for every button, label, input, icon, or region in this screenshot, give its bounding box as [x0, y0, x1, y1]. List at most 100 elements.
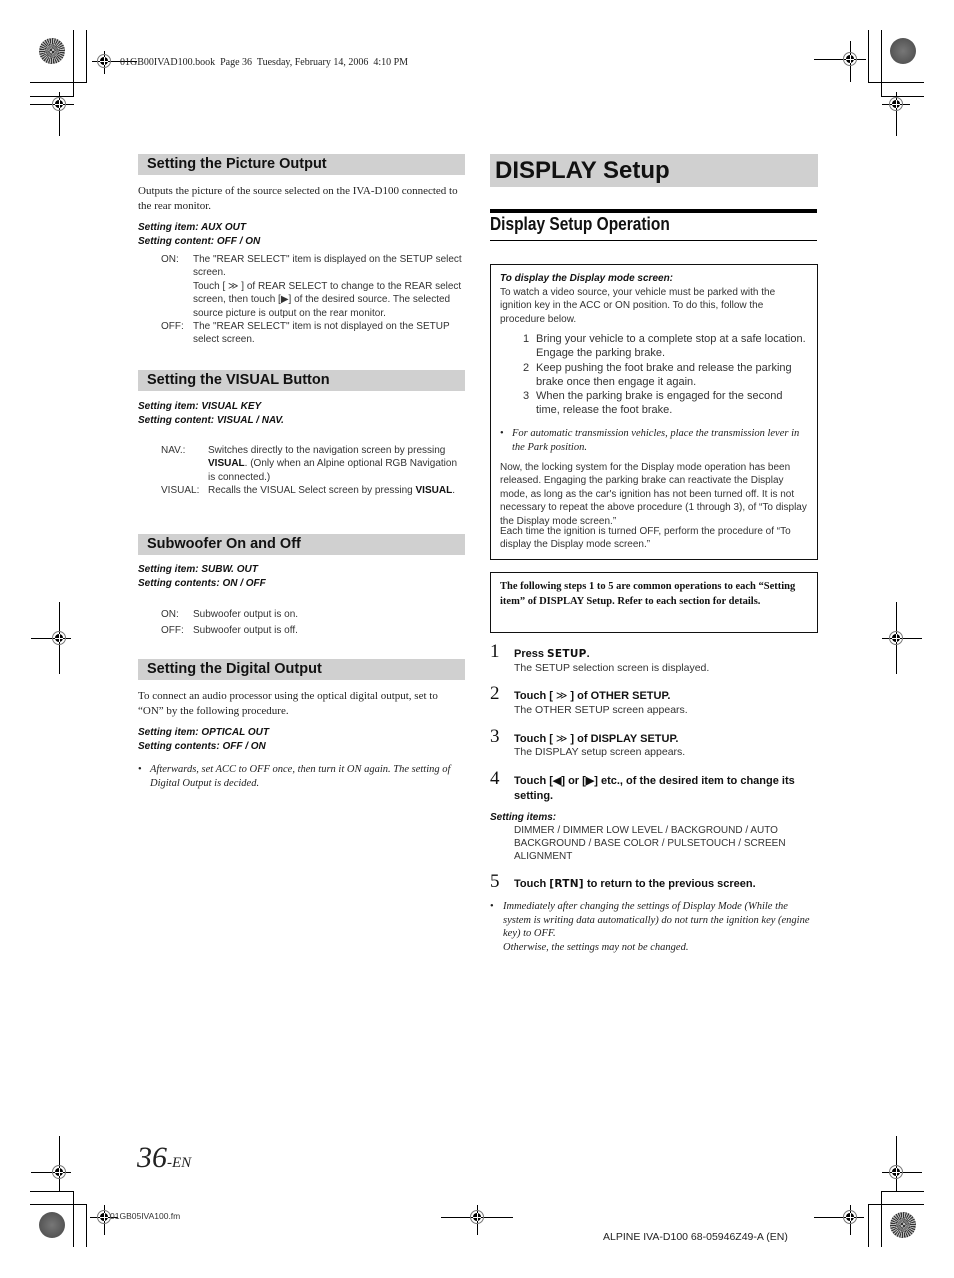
info-box-para-2: Each time the ignition is turned OFF, pe… [500, 526, 791, 551]
subwoofer-setting-item: Setting item: SUBW. OUT [138, 564, 258, 575]
subtitle-rule-thin [490, 240, 817, 241]
visual-setting-content: Setting content: VISUAL / NAV. [138, 415, 284, 426]
step-text: Touch [514, 878, 550, 890]
subwoofer-options: ON: Subwoofer output is on. OFF: Subwoof… [161, 607, 465, 639]
common-operations-box: The following steps 1 to 5 are common op… [490, 572, 818, 633]
step-description: The SETUP selection screen is displayed. [514, 662, 710, 674]
crop-mark [881, 1191, 882, 1247]
print-header: 01GB00IVAD100.book Page 36 Tuesday, Febr… [120, 57, 409, 68]
subtitle-rule-thick [490, 209, 817, 213]
picture-output-setting-content: Setting content: OFF / ON [138, 236, 261, 247]
visual-options: NAV.: Switches directly to the navigatio… [161, 444, 465, 498]
bullet: • [500, 428, 504, 439]
picture-output-options: ON: The "REAR SELECT" item is displayed … [161, 253, 465, 347]
option-term: OFF: [161, 625, 184, 636]
step-text: Touch [ [514, 733, 553, 745]
step-text: Touch [ [514, 690, 553, 702]
source-file-name: 01GB05IVA100.fm [110, 1211, 181, 1221]
model-code: ALPINE IVA-D100 68-05946Z49-A (EN) [603, 1231, 788, 1243]
step-text: Press [514, 648, 548, 660]
option-line: Touch [ ≫ ] of REAR SELECT to change to … [193, 280, 462, 319]
crop-mark [73, 1191, 74, 1247]
option-desc: Subwoofer output is on. [193, 609, 299, 620]
step-title: Press SETUP. [514, 647, 590, 661]
crop-mark [30, 96, 74, 97]
setup-key-label: SETUP [547, 648, 587, 660]
picture-output-setting-item: Setting item: AUX OUT [138, 222, 246, 233]
option-desc: The "REAR SELECT" item is not displayed … [193, 321, 450, 346]
crop-mark [86, 1204, 87, 1247]
info-step: 2 Keep pushing the foot brake and release… [523, 361, 808, 390]
info-step-text: Bring your vehicle to a complete stop at… [536, 333, 806, 360]
option-row: NAV.: Switches directly to the navigatio… [161, 444, 465, 484]
step-number: 2 [490, 683, 500, 704]
crop-mark [881, 1191, 924, 1192]
info-box-note: • For automatic transmission vehicles, p… [500, 427, 810, 454]
option-term: VISUAL: [161, 485, 200, 497]
page-number-value: 36 [137, 1141, 167, 1174]
step-title: Touch [RTN] to return to the previous sc… [514, 877, 756, 891]
page-number: 36-EN [137, 1141, 191, 1175]
double-chevron-icon: ≫ [555, 733, 568, 745]
option-text: . (Only when an Alpine optional RGB Navi… [208, 458, 458, 483]
final-note: • Immediately after changing the setting… [490, 900, 818, 954]
info-step: 3 When the parking brake is engaged for t… [523, 389, 808, 418]
section-title: Display Setup Operation [490, 214, 670, 234]
crop-mark [881, 30, 882, 96]
digital-output-note: • Afterwards, set ACC to OFF once, then … [138, 763, 465, 790]
digital-output-intro: To connect an audio processor using the … [138, 690, 438, 717]
crop-mark [30, 82, 87, 83]
crop-mark [86, 30, 87, 82]
info-step: 1 Bring your vehicle to a complete stop a… [523, 332, 808, 361]
crop-mark [868, 1204, 924, 1205]
option-term: ON: [161, 609, 179, 620]
info-step-number: 3 [523, 390, 530, 403]
section-heading-picture-output: Setting the Picture Output [138, 154, 465, 175]
info-box-heading: To display the Display mode screen: [500, 273, 674, 284]
step-description: The OTHER SETUP screen appears. [514, 704, 688, 716]
color-bar-icon [39, 38, 65, 64]
step-description: The DISPLAY setup screen appears. [514, 746, 686, 758]
step-number: 3 [490, 726, 500, 747]
option-row: OFF: Subwoofer output is off. [161, 623, 465, 639]
setting-items-list: DIMMER / DIMMER LOW LEVEL / BACKGROUND /… [514, 825, 786, 862]
step-number: 1 [490, 641, 500, 662]
option-text: . [452, 485, 455, 497]
note-text: For automatic transmission vehicles, pla… [512, 428, 800, 453]
bullet: • [138, 764, 142, 775]
option-term: ON: [161, 254, 179, 265]
display-mode-info-box: To display the Display mode screen: To w… [490, 264, 818, 560]
info-step-number: 2 [523, 361, 530, 374]
info-box-steps: 1 Bring your vehicle to a complete stop a… [523, 332, 808, 418]
key-label: VISUAL [415, 485, 453, 497]
option-text: Switches directly to the navigation scre… [208, 445, 446, 456]
key-label: VISUAL [208, 458, 245, 470]
option-desc: The "REAR SELECT" item is displayed on t… [193, 253, 465, 320]
crop-mark [30, 1204, 87, 1205]
step-text: ] of DISPLAY SETUP. [570, 733, 679, 745]
rtn-key-label: [RTN] [549, 878, 584, 890]
picture-output-intro: Outputs the picture of the source select… [138, 185, 458, 212]
note-text: Immediately after changing the settings … [503, 901, 810, 939]
color-bar-icon [39, 1212, 65, 1238]
section-heading-visual-button: Setting the VISUAL Button [138, 370, 465, 391]
setting-items-label: Setting items: [490, 812, 557, 823]
option-desc: Recalls the VISUAL Select screen by pres… [208, 484, 465, 497]
bullet: • [490, 901, 494, 912]
final-note-body: Immediately after changing the settings … [503, 900, 818, 954]
option-term: NAV.: [161, 445, 186, 456]
crop-mark [30, 1191, 74, 1192]
color-bar-icon [890, 38, 916, 64]
step-text: ] of OTHER SETUP. [570, 690, 671, 702]
crop-mark [868, 1204, 869, 1247]
note-text: Afterwards, set ACC to OFF once, then tu… [150, 764, 451, 789]
step-number: 5 [490, 871, 500, 892]
option-term: OFF: [161, 321, 184, 333]
option-row: ON: The "REAR SELECT" item is displayed … [161, 253, 465, 320]
option-text: Recalls the VISUAL Select screen by pres… [208, 485, 416, 497]
page-number-suffix: -EN [167, 1155, 192, 1171]
step-title: Touch [◀] or [▶] etc., of the desired it… [514, 775, 795, 802]
double-chevron-icon: ≫ [555, 690, 568, 702]
info-box-para-1: Now, the locking system for the Display … [500, 462, 807, 527]
section-heading-digital-output: Setting the Digital Output [138, 659, 465, 680]
